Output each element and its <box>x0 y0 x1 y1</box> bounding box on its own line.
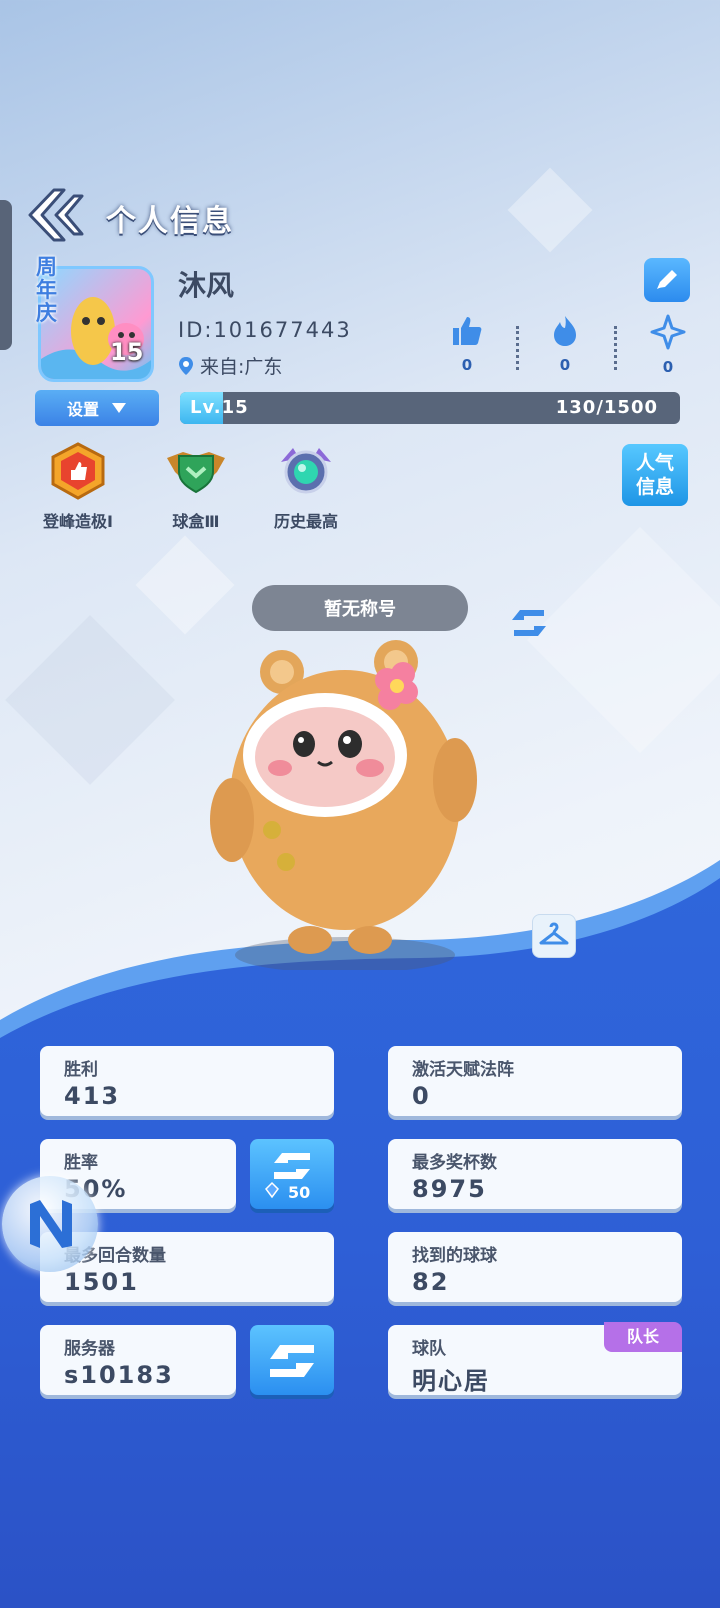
triangle-down-icon <box>112 403 126 413</box>
settings-label: 设置 <box>66 400 99 419</box>
swap-icon <box>270 1345 314 1377</box>
gem-badge-icon <box>281 448 331 494</box>
stat-divider <box>516 326 519 370</box>
back-icon[interactable] <box>24 186 88 244</box>
record-value: 0 <box>412 1082 431 1110</box>
badge-label: 球盒Ⅲ <box>172 512 220 531</box>
record-value: 413 <box>64 1082 121 1110</box>
player-location: 来自:广东 <box>178 352 282 379</box>
record-label: 胜率 <box>64 1153 98 1173</box>
exp-value: 130/1500 <box>555 397 658 418</box>
swap-title-icon[interactable] <box>506 604 552 642</box>
refresh-win-rate-button[interactable]: 50 <box>250 1139 334 1209</box>
likes-stat[interactable]: 0 <box>444 314 490 374</box>
record-value: s10183 <box>64 1361 174 1389</box>
sparkle-star-icon <box>650 314 686 350</box>
record-label: 胜利 <box>64 1060 98 1080</box>
record-label: 激活天赋法阵 <box>412 1060 514 1080</box>
edit-profile-button[interactable] <box>644 258 690 302</box>
stars-count: 0 <box>662 358 674 376</box>
popularity-line-2: 信息 <box>635 476 674 498</box>
record-value: 8975 <box>412 1175 487 1203</box>
badge-history-best[interactable]: 历史最高 <box>256 442 356 532</box>
record-label: 服务器 <box>64 1339 115 1359</box>
record-value: 82 <box>412 1268 450 1296</box>
stat-divider <box>614 326 617 370</box>
character-model <box>210 640 477 970</box>
wardrobe-button[interactable] <box>532 914 576 958</box>
record-label: 最多奖杯数 <box>412 1153 497 1173</box>
floating-assistant-button[interactable] <box>2 1176 98 1272</box>
location-pin-icon <box>179 356 193 375</box>
fire-count: 0 <box>559 356 571 374</box>
crown-badge-icon <box>51 442 105 500</box>
n-logo-icon <box>30 1200 72 1248</box>
refresh-cost: 50 <box>288 1183 311 1202</box>
level-label: Lv.15 <box>190 397 249 418</box>
bg-diamond <box>135 535 235 635</box>
player-title-pill[interactable]: 暂无称号 <box>252 585 468 631</box>
player-name: 沐风 <box>178 269 235 302</box>
side-tab[interactable] <box>0 200 12 350</box>
badge-peak[interactable]: 登峰造极Ⅰ <box>28 442 128 532</box>
record-label: 找到的球球 <box>412 1246 497 1266</box>
record-card-server: 服务器 s10183 <box>40 1325 236 1395</box>
page-title: 个人信息 <box>106 204 234 239</box>
fire-stat[interactable]: 0 <box>542 314 588 374</box>
record-label: 最多回合数量 <box>64 1246 166 1266</box>
player-id: ID:101677443 <box>178 318 352 342</box>
location-text: 来自:广东 <box>200 356 283 378</box>
badge-ball-box[interactable]: 球盒Ⅲ <box>146 442 246 532</box>
green-shield-badge-icon <box>167 452 225 494</box>
stars-stat[interactable]: 0 <box>645 314 691 376</box>
record-card-balls: 找到的球球 82 <box>388 1232 682 1302</box>
level-progress-bar: Lv.15 130/1500 <box>180 392 680 424</box>
thumbs-up-icon <box>453 317 482 345</box>
fire-icon <box>554 316 576 346</box>
pencil-icon <box>657 270 677 289</box>
avatar-level: 15 <box>110 338 144 366</box>
team-role-badge: 队长 <box>604 1322 682 1352</box>
switch-server-button[interactable] <box>250 1325 334 1395</box>
bg-diamond <box>526 526 720 754</box>
badge-label: 登峰造极Ⅰ <box>43 512 113 531</box>
record-card-trophies: 最多奖杯数 8975 <box>388 1139 682 1209</box>
bg-diamond <box>507 167 593 253</box>
settings-dropdown[interactable]: 设置 <box>35 390 159 426</box>
record-value: 1501 <box>64 1268 139 1296</box>
likes-count: 0 <box>461 356 473 374</box>
badge-label: 历史最高 <box>273 512 338 531</box>
record-card-wins: 胜利 413 <box>40 1046 334 1116</box>
anniversary-tag: 周年庆 <box>36 255 57 325</box>
popularity-line-1: 人气 <box>635 452 674 474</box>
popularity-info-button[interactable]: 人气 信息 <box>622 444 688 506</box>
bg-diamond <box>5 615 175 785</box>
hanger-icon <box>539 922 569 945</box>
record-value: 明心居 <box>412 1367 490 1395</box>
record-card-talent: 激活天赋法阵 0 <box>388 1046 682 1116</box>
